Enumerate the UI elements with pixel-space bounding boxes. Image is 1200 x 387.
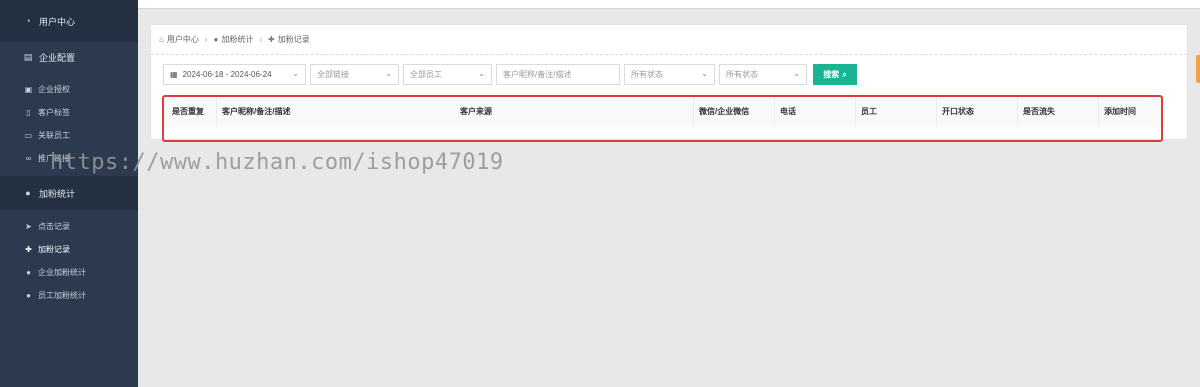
breadcrumb: ⌂ 用户中心 › ● 加粉统计 › ✚ 加粉记录 [159,34,310,45]
search-button[interactable]: 搜索 ⌕ [813,64,857,85]
sidebar-group-enterprise-config[interactable]: ▤ 企业配置 [0,42,138,72]
user-plus-icon: ✚ [25,245,32,254]
chevron-down-icon: ⌄ [793,69,800,78]
sidebar-item-label: 企业授权 [38,85,70,94]
sidebar-item-staff-fan-stats[interactable]: ● 员工加粉统计 [0,284,138,307]
bookmark-icon: ▯ [26,108,31,117]
breadcrumb-item[interactable]: 加粉统计 [221,34,253,45]
link-select[interactable]: 全部链接 ⌄ [310,64,399,85]
chevron-down-icon: ⌄ [385,69,392,78]
breadcrumb-item: 加粉记录 [277,35,310,44]
staff-select-value: 全部员工 [410,70,442,79]
sidebar-item-linked-staff[interactable]: ▭ 关联员工 [0,124,138,147]
user-plus-icon: ✚ [268,35,275,44]
sidebar-group-label: 用户中心 [39,16,76,27]
sidebar-item-enterprise-auth[interactable]: ▣ 企业授权 [0,78,138,101]
image-icon: ▣ [24,85,33,94]
gauge-icon: ◔ [25,16,31,26]
breadcrumb-item[interactable]: 用户中心 [167,34,199,45]
sidebar-group-user-center[interactable]: ◔ 用户中心 [0,0,138,42]
user-icon: ● [26,268,31,277]
pointer-icon: ➤ [25,222,32,231]
search-icon: ⌕ [842,69,847,79]
search-input[interactable]: 客户昵称/备注/描述 [496,64,620,85]
sidebar-group-fan-stats[interactable]: ● 加粉统计 [0,176,138,210]
sidebar-item-enterprise-fan-stats[interactable]: ● 企业加粉统计 [0,261,138,284]
id-card-icon: ▭ [24,131,33,140]
sidebar-item-label: 关联员工 [38,131,70,140]
highlight-box [162,95,1163,142]
staff-select[interactable]: 全部员工 ⌄ [403,64,492,85]
chevron-down-icon: ⌄ [478,69,485,78]
chevron-down-icon: ⌄ [701,69,708,78]
user-icon: ● [25,188,31,198]
chevron-right-icon: › [259,35,263,44]
sidebar-item-click-records[interactable]: ➤ 点击记录 [0,215,138,238]
sidebar-item-customer-tags[interactable]: ▯ 客户标签 [0,101,138,124]
sidebar-item-label: 加粉记录 [38,245,70,254]
status-select-1[interactable]: 所有状态 ⌄ [624,64,715,85]
sidebar-group-label: 加粉统计 [39,188,76,199]
filter-bar: ▦ 2024-06-18 - 2024-06-24 ⌄ 全部链接 ⌄ 全部员工 … [163,64,857,85]
search-button-label: 搜索 [823,70,840,79]
calendar-icon: ▦ [170,70,178,79]
date-range-picker[interactable]: ▦ 2024-06-18 - 2024-06-24 ⌄ [163,64,306,85]
sidebar-item-label: 点击记录 [38,222,70,231]
chevron-right-icon: › [204,35,208,44]
status-select-2[interactable]: 所有状态 ⌄ [719,64,807,85]
sidebar-group-label: 企业配置 [39,52,76,63]
home-icon: ⌂ [159,35,164,44]
link-icon: ∞ [25,154,32,163]
sidebar-item-label: 企业加粉统计 [38,268,86,277]
date-range-value: 2024-06-18 - 2024-06-24 [182,70,272,79]
search-placeholder: 客户昵称/备注/描述 [503,70,572,79]
sidebar: ◔ 用户中心 ▤ 企业配置 ▣ 企业授权 ▯ 客户标签 ▭ 关联员工 ∞ 推广链… [0,0,138,387]
sidebar-item-label: 员工加粉统计 [38,291,86,300]
status-select-value: 所有状态 [726,70,758,79]
top-bar [138,0,1200,9]
watermark: https://www.huzhan.com/ishop47019 [50,150,504,175]
link-select-value: 全部链接 [317,70,349,79]
divider [151,54,1187,55]
chevron-down-icon: ⌄ [292,69,299,78]
sidebar-item-fan-records[interactable]: ✚ 加粉记录 [0,238,138,261]
user-icon: ● [213,35,219,44]
sidebar-item-label: 客户标签 [38,108,70,117]
side-handle[interactable] [1196,55,1200,83]
user-icon: ● [26,291,31,300]
document-icon: ▤ [23,51,33,62]
status-select-value: 所有状态 [631,70,663,79]
